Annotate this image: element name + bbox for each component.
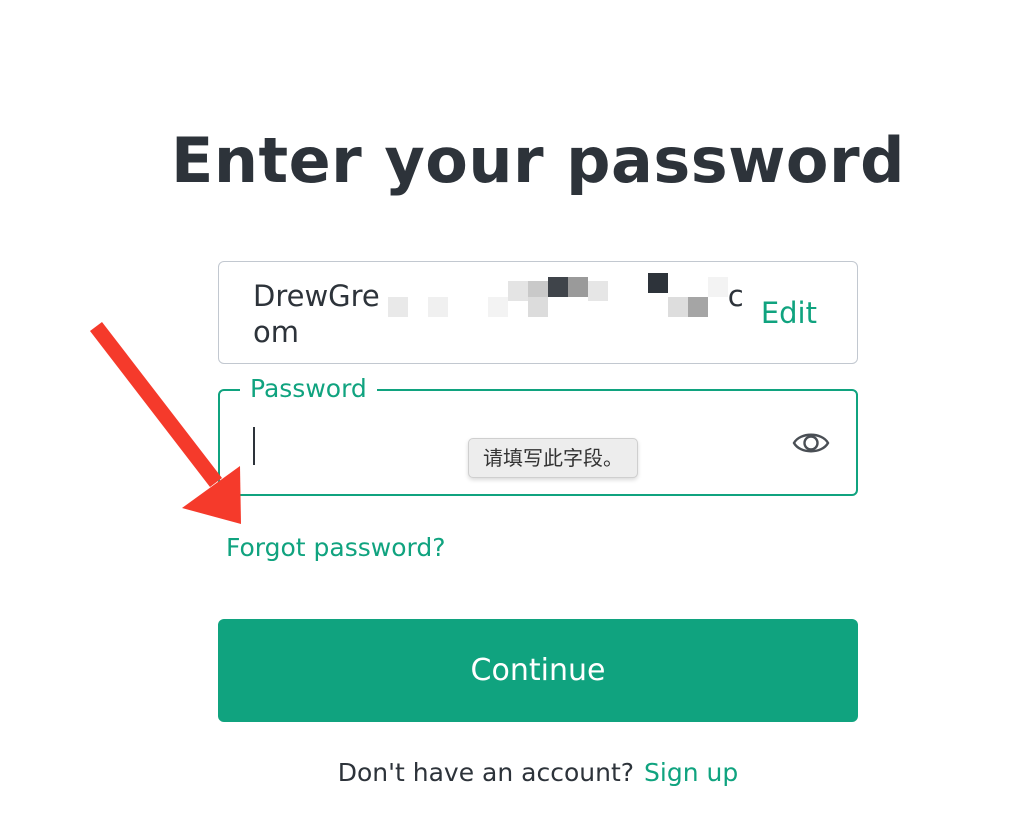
text-caret	[253, 427, 255, 465]
password-label: Password	[240, 374, 377, 404]
signup-prompt: Don't have an account?	[337, 758, 635, 787]
continue-button[interactable]: Continue	[218, 619, 858, 722]
login-page: Enter your password DrewGre c om Edit Pa…	[0, 0, 1022, 820]
email-display-field: DrewGre c om Edit	[218, 261, 858, 364]
email-line-2: om	[253, 315, 299, 349]
page-title: Enter your password	[170, 124, 905, 197]
edit-email-link[interactable]: Edit	[761, 296, 817, 330]
eye-icon[interactable]	[792, 427, 830, 459]
forgot-password-link[interactable]: Forgot password?	[226, 533, 446, 562]
signup-link[interactable]: Sign up	[644, 758, 738, 787]
email-value: DrewGre c om	[253, 273, 744, 349]
email-redaction-mosaic	[380, 273, 728, 317]
arrow-shaft	[90, 322, 222, 487]
email-line-1: DrewGre c	[253, 273, 744, 317]
validation-tooltip: 请填写此字段。	[468, 438, 638, 478]
signup-row: Don't have an account? Sign up	[0, 758, 1022, 787]
